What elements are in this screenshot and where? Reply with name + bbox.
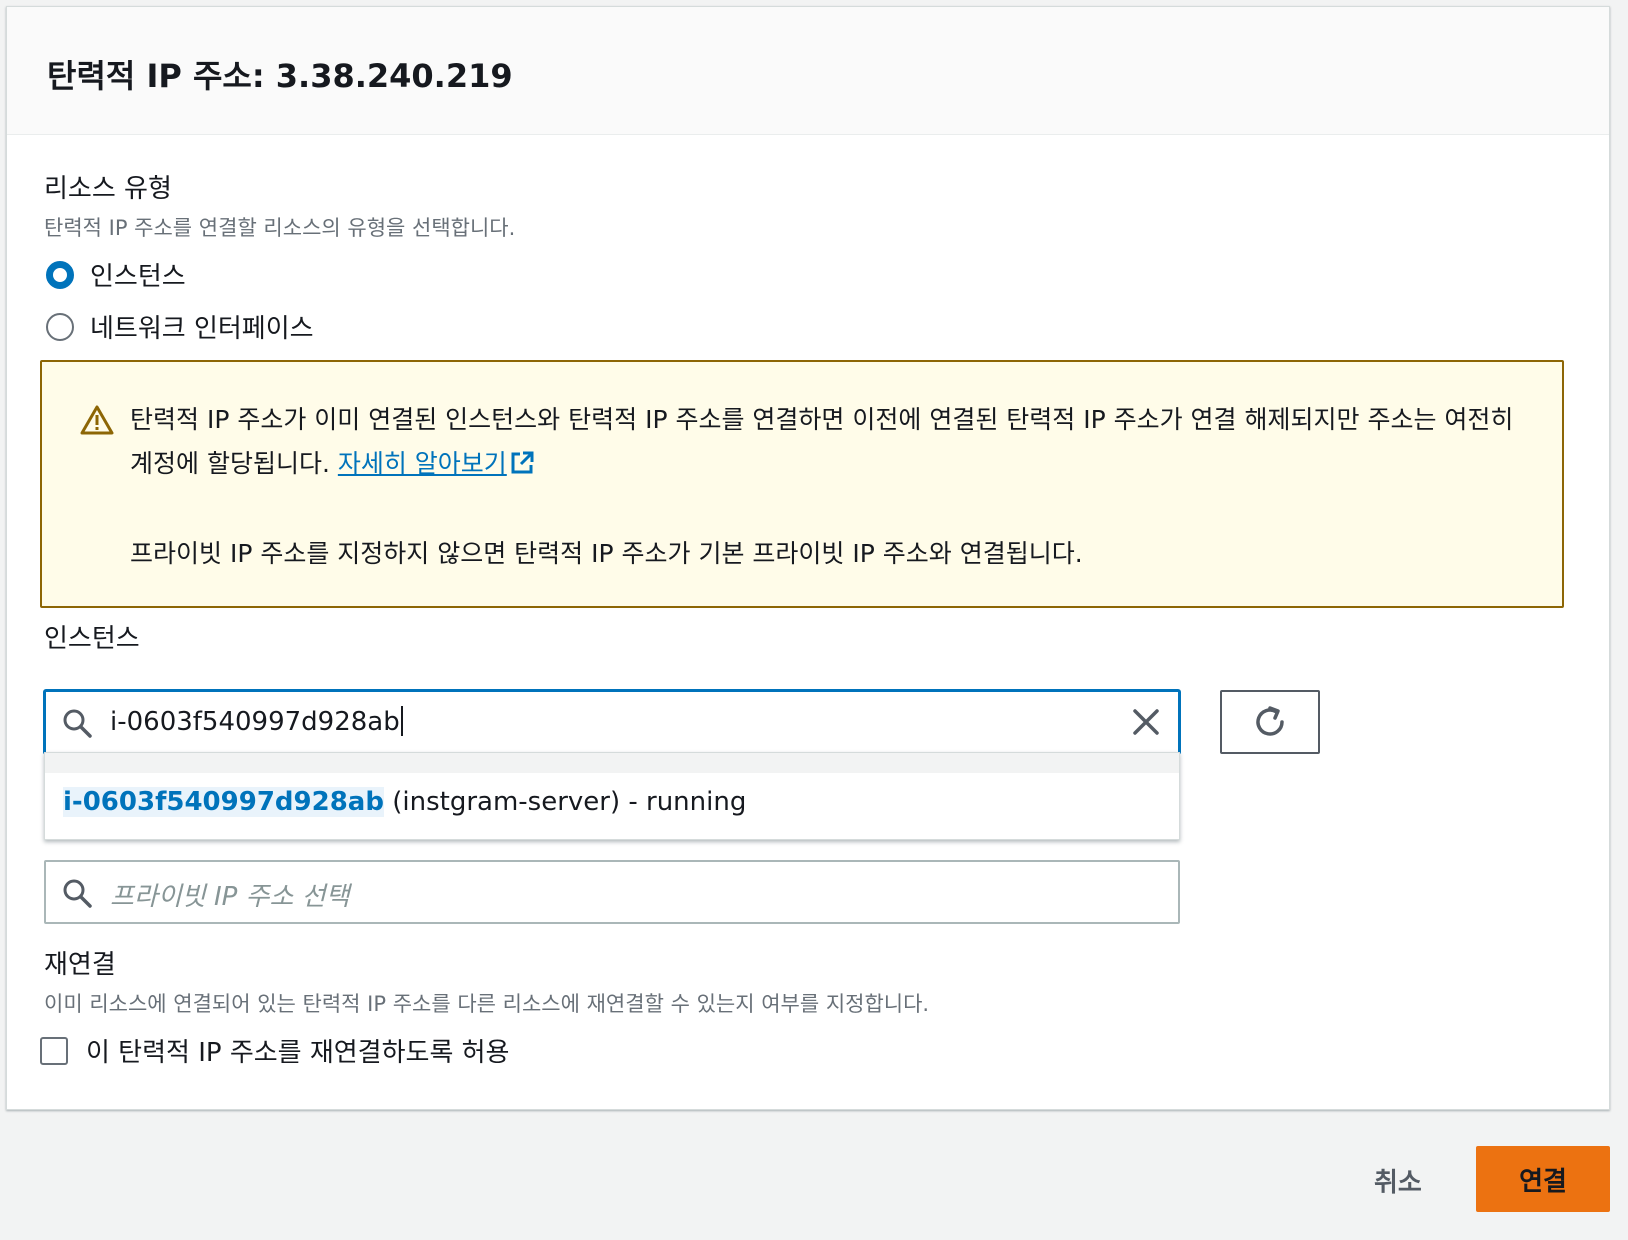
- radio-instance-label[interactable]: 인스턴스: [90, 256, 186, 293]
- search-icon: [63, 879, 92, 908]
- resource-type-description: 탄력적 IP 주소를 연결할 리소스의 유형을 선택합니다.: [44, 216, 516, 240]
- warning-alert: 탄력적 IP 주소가 이미 연결된 인스턴스와 탄력적 IP 주소를 연결하면 …: [40, 360, 1564, 608]
- radio-network-interface[interactable]: 네트워크 인터페이스: [46, 308, 314, 345]
- radio-network-interface-button[interactable]: [46, 312, 74, 341]
- resource-type-label: 리소스 유형: [44, 174, 172, 204]
- external-link-icon[interactable]: [509, 450, 535, 476]
- cancel-button[interactable]: 취소: [1374, 1162, 1422, 1199]
- refresh-icon: [1256, 706, 1284, 736]
- radio-network-interface-label[interactable]: 네트워크 인터페이스: [90, 308, 314, 345]
- instance-label: 인스턴스: [44, 624, 140, 654]
- associate-button[interactable]: 연결: [1476, 1146, 1610, 1212]
- learn-more-link[interactable]: 자세히 알아보기: [338, 449, 507, 478]
- reassociation-label: 재연결: [44, 950, 116, 980]
- alert-secondary-text: 프라이빗 IP 주소를 지정하지 않으면 탄력적 IP 주소가 기본 프라이빗 …: [130, 539, 1083, 568]
- search-icon: [63, 709, 92, 738]
- reassociation-checkbox-label[interactable]: 이 탄력적 IP 주소를 재연결하도록 허용: [86, 1032, 509, 1069]
- warning-icon: [80, 405, 114, 435]
- radio-instance-button[interactable]: [46, 260, 74, 289]
- instance-dropdown: i-0603f540997d928ab (instgram-server) - …: [44, 752, 1180, 840]
- instance-search-value[interactable]: i-0603f540997d928ab: [110, 706, 403, 737]
- close-icon[interactable]: [1130, 706, 1162, 738]
- refresh-button[interactable]: [1220, 690, 1320, 754]
- reassociation-checkbox-row[interactable]: 이 탄력적 IP 주소를 재연결하도록 허용: [40, 1032, 509, 1069]
- private-ip-input[interactable]: 프라이빗 IP 주소 선택: [44, 860, 1180, 924]
- dropdown-option-instance[interactable]: i-0603f540997d928ab (instgram-server) - …: [63, 787, 746, 817]
- private-ip-placeholder: 프라이빗 IP 주소 선택: [110, 882, 350, 912]
- page-title: 탄력적 IP 주소: 3.38.240.219: [47, 57, 513, 95]
- dropdown-option-rest[interactable]: (instgram-server) - running: [384, 787, 746, 817]
- alert-text: 탄력적 IP 주소가 이미 연결된 인스턴스와 탄력적 IP 주소를 연결하면 …: [130, 398, 1530, 486]
- reassociation-description: 이미 리소스에 연결되어 있는 탄력적 IP 주소를 다른 리소스에 재연결할 …: [44, 992, 930, 1016]
- instance-search-input[interactable]: i-0603f540997d928ab: [44, 690, 1180, 754]
- reassociation-checkbox[interactable]: [40, 1036, 68, 1065]
- panel-header: 탄력적 IP 주소: 3.38.240.219: [7, 7, 1609, 135]
- radio-instance[interactable]: 인스턴스: [46, 256, 186, 293]
- dropdown-option-match[interactable]: i-0603f540997d928ab: [63, 787, 384, 817]
